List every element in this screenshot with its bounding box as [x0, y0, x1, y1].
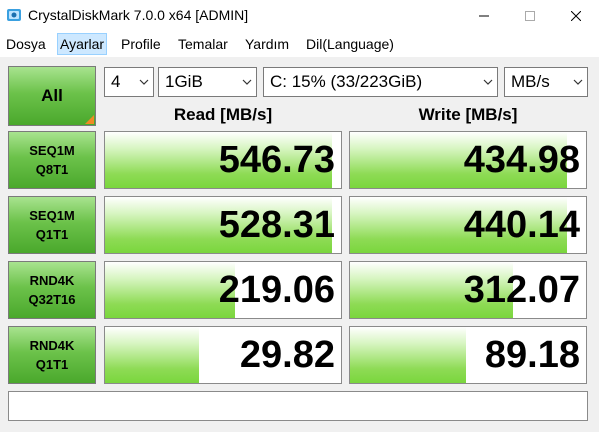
test-params: Q1T1	[35, 357, 69, 372]
chevron-down-icon	[483, 79, 493, 85]
test-params: Q1T1	[35, 227, 69, 242]
read-result: 546.73	[104, 131, 342, 189]
write-result: 312.07	[349, 261, 587, 319]
write-result: 434.98	[349, 131, 587, 189]
write-value: 89.18	[484, 334, 580, 376]
test-count-value: 4	[111, 72, 121, 91]
read-result: 29.82	[104, 326, 342, 384]
menu-language[interactable]: Dil(Language)	[304, 34, 396, 54]
title-bar: CrystalDiskMark 7.0.0 x64 [ADMIN]	[0, 0, 599, 31]
test-button-rnd4k-q1t1[interactable]: RND4K Q1T1	[8, 326, 96, 384]
test-name: SEQ1M	[29, 208, 75, 223]
chevron-down-icon	[242, 79, 252, 85]
read-value: 546.73	[218, 139, 335, 181]
unit-value: MB/s	[511, 72, 550, 91]
window-title: CrystalDiskMark 7.0.0 x64 [ADMIN]	[28, 7, 249, 23]
test-size-value: 1GiB	[165, 72, 203, 91]
test-button-seq1m-q8t1[interactable]: SEQ1M Q8T1	[8, 131, 96, 189]
comment-field[interactable]	[8, 391, 588, 421]
test-button-rnd4k-q32t16[interactable]: RND4K Q32T16	[8, 261, 96, 319]
test-button-seq1m-q1t1[interactable]: SEQ1M Q1T1	[8, 196, 96, 254]
read-progress-bar	[105, 327, 200, 383]
test-count-select[interactable]: 4	[104, 67, 154, 97]
menu-help[interactable]: Yardım	[243, 34, 291, 54]
minimize-icon	[479, 15, 489, 16]
test-params: Q32T16	[28, 292, 76, 307]
read-progress-bar	[105, 262, 235, 318]
close-icon	[571, 10, 581, 21]
minimize-button[interactable]	[461, 0, 507, 31]
app-icon	[7, 9, 21, 21]
test-params: Q8T1	[35, 162, 69, 177]
maximize-icon	[525, 10, 535, 21]
menu-profile[interactable]: Profile	[119, 34, 163, 54]
menu-file[interactable]: Dosya	[4, 34, 48, 54]
read-result: 219.06	[104, 261, 342, 319]
menu-settings[interactable]: Ayarlar	[57, 33, 108, 55]
chevron-down-icon	[139, 79, 149, 85]
write-value: 312.07	[463, 269, 580, 311]
test-name: RND4K	[29, 338, 75, 353]
chevron-down-icon	[573, 79, 583, 85]
all-button[interactable]: All	[8, 66, 96, 126]
read-value: 29.82	[239, 334, 335, 376]
menu-bar: Dosya Ayarlar Profile Temalar Yardım Dil…	[0, 31, 599, 57]
drive-select[interactable]: C: 15% (33/223GiB)	[263, 67, 498, 97]
test-name: RND4K	[29, 273, 75, 288]
drive-value: C: 15% (33/223GiB)	[270, 72, 423, 91]
write-progress-bar	[350, 327, 466, 383]
read-value: 528.31	[218, 204, 335, 246]
close-button[interactable]	[553, 0, 599, 31]
write-column-header: Write [MB/s]	[418, 105, 518, 124]
read-column-header: Read [MB/s]	[173, 105, 273, 124]
maximize-button[interactable]	[507, 0, 553, 31]
read-value: 219.06	[218, 269, 335, 311]
read-result: 528.31	[104, 196, 342, 254]
unit-select[interactable]: MB/s	[504, 67, 588, 97]
all-button-label: All	[41, 86, 63, 105]
write-value: 434.98	[463, 139, 580, 181]
write-result: 89.18	[349, 326, 587, 384]
write-value: 440.14	[463, 204, 580, 246]
test-name: SEQ1M	[29, 143, 75, 158]
corner-marker	[85, 115, 94, 124]
test-size-select[interactable]: 1GiB	[158, 67, 257, 97]
menu-themes[interactable]: Temalar	[176, 34, 230, 54]
write-result: 440.14	[349, 196, 587, 254]
